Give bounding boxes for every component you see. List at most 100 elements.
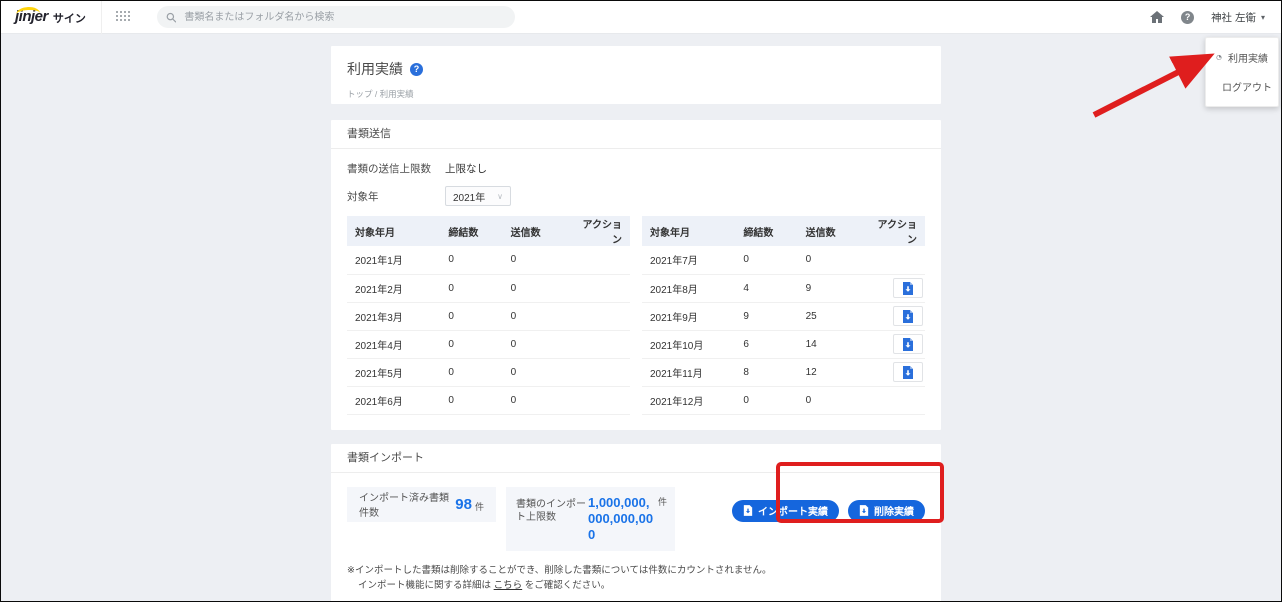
cell-concluded: 0 bbox=[735, 246, 798, 275]
download-report-button[interactable] bbox=[893, 306, 923, 326]
home-icon[interactable] bbox=[1150, 11, 1165, 23]
search-icon bbox=[166, 12, 177, 22]
send-section-body: 書類の送信上限数 上限なし 対象年 2021年 ∨ 対象年月 締結数 送信数 ア… bbox=[331, 149, 941, 430]
cell-concluded: 9 bbox=[735, 302, 798, 331]
cell-action bbox=[859, 246, 925, 275]
user-dropdown-menu: 利用実績 ログアウト bbox=[1205, 37, 1279, 107]
chevron-down-icon: ▾ bbox=[1260, 12, 1265, 22]
import-section-title: 書類インポート bbox=[331, 444, 941, 473]
table-row: 2021年9月 9 25 bbox=[642, 302, 925, 331]
download-report-button[interactable] bbox=[893, 362, 923, 382]
cell-month: 2021年1月 bbox=[347, 246, 441, 275]
page-help-icon[interactable]: ? bbox=[410, 62, 423, 76]
cell-sent: 0 bbox=[502, 330, 565, 359]
table-header-row: 対象年月 締結数 送信数 アクション bbox=[347, 216, 630, 246]
cell-month: 2021年2月 bbox=[347, 274, 441, 303]
send-section-title: 書類送信 bbox=[331, 120, 941, 149]
search-input[interactable] bbox=[182, 10, 506, 24]
file-download-icon bbox=[903, 337, 913, 351]
menu-item-usage[interactable]: 利用実績 bbox=[1206, 43, 1278, 72]
jinjer-sign-logo[interactable]: jinjer サイン bbox=[1, 1, 101, 34]
target-year-row: 対象年 2021年 ∨ bbox=[347, 186, 925, 206]
cell-month: 2021年5月 bbox=[347, 358, 441, 387]
header-right: ? 神社 左衛 ▾ bbox=[1150, 10, 1281, 25]
table-row: 2021年8月 4 9 bbox=[642, 274, 925, 303]
cell-concluded: 4 bbox=[735, 274, 798, 303]
top-header: jinjer サイン ? 神社 左衛 ▾ bbox=[1, 1, 1281, 34]
cell-action bbox=[564, 302, 630, 331]
cell-sent: 0 bbox=[502, 386, 565, 415]
cell-month: 2021年6月 bbox=[347, 386, 441, 415]
cell-sent: 0 bbox=[797, 386, 860, 415]
send-limit-value: 上限なし bbox=[445, 163, 487, 175]
page-title-text: 利用実績 bbox=[347, 61, 403, 77]
usage-pie-icon bbox=[1216, 54, 1222, 61]
menu-item-label: ログアウト bbox=[1222, 83, 1272, 94]
cell-month: 2021年10月 bbox=[642, 330, 736, 359]
cell-action bbox=[564, 330, 630, 359]
cell-month: 2021年11月 bbox=[642, 358, 736, 387]
document-import-card: 書類インポート インポート済み書類件数 98 件 書類のインポート上限数 1,0… bbox=[331, 443, 941, 602]
monthly-tables: 対象年月 締結数 送信数 アクション 2021年1月 0 0 2021年2月 0 0 202… bbox=[347, 216, 925, 415]
year-select[interactable]: 2021年 ∨ bbox=[445, 186, 511, 206]
header-concluded: 締結数 bbox=[440, 216, 503, 246]
cell-sent: 25 bbox=[797, 302, 860, 331]
send-limit-row: 書類の送信上限数 上限なし bbox=[347, 161, 925, 176]
button-label: 削除実績 bbox=[874, 507, 914, 518]
cell-sent: 0 bbox=[502, 246, 565, 275]
table-row: 2021年3月 0 0 bbox=[347, 302, 630, 331]
file-download-icon bbox=[859, 505, 869, 516]
apps-grid-icon bbox=[115, 11, 132, 23]
table-row: 2021年6月 0 0 bbox=[347, 386, 630, 415]
file-download-icon bbox=[903, 365, 913, 379]
file-download-icon bbox=[743, 505, 753, 516]
header-sent: 送信数 bbox=[502, 216, 565, 246]
file-download-icon bbox=[903, 281, 913, 295]
table-row: 2021年1月 0 0 bbox=[347, 246, 630, 275]
cell-concluded: 0 bbox=[735, 386, 798, 415]
delete-results-button[interactable]: 削除実績 bbox=[848, 499, 925, 522]
table-header-row: 対象年月 締結数 送信数 アクション bbox=[642, 216, 925, 246]
download-report-button[interactable] bbox=[893, 278, 923, 298]
cell-concluded: 0 bbox=[440, 274, 503, 303]
cell-concluded: 8 bbox=[735, 358, 798, 387]
cell-sent: 14 bbox=[797, 330, 860, 359]
details-link[interactable]: こちら bbox=[494, 580, 523, 591]
search-bar[interactable] bbox=[156, 6, 515, 28]
page-title-card: 利用実績 ? トップ / 利用実績 bbox=[331, 46, 941, 104]
cell-concluded: 0 bbox=[440, 330, 503, 359]
apps-menu-button[interactable] bbox=[102, 1, 146, 34]
note-line2-before: インポート機能に関する詳細は bbox=[358, 580, 494, 592]
send-limit-label: 書類の送信上限数 bbox=[347, 163, 431, 175]
user-menu-trigger[interactable]: 神社 左衛 ▾ bbox=[1211, 10, 1265, 25]
import-action-buttons: インポート実績 削除実績 bbox=[732, 499, 925, 522]
table-row: 2021年10月 6 14 bbox=[642, 330, 925, 359]
cell-action bbox=[859, 330, 925, 359]
download-report-button[interactable] bbox=[893, 334, 923, 354]
page-title: 利用実績 ? bbox=[347, 59, 925, 79]
table-row: 2021年5月 0 0 bbox=[347, 358, 630, 387]
import-limit-unit: 件 bbox=[657, 496, 667, 507]
import-section-body: インポート済み書類件数 98 件 書類のインポート上限数 1,000,000,0… bbox=[331, 473, 941, 602]
import-note: ※インポートした書類は削除することができ、削除した書類については件数にカウントさ… bbox=[347, 563, 925, 593]
cell-month: 2021年8月 bbox=[642, 274, 736, 303]
table-row: 2021年12月 0 0 bbox=[642, 386, 925, 415]
cell-action bbox=[564, 274, 630, 303]
menu-item-logout[interactable]: ログアウト bbox=[1206, 72, 1278, 101]
target-year-label: 対象年 bbox=[347, 190, 379, 203]
import-results-button[interactable]: インポート実績 bbox=[732, 499, 839, 522]
import-limit-value: 1,000,000,000,000,000 bbox=[587, 494, 654, 543]
monthly-table-first-half: 対象年月 締結数 送信数 アクション 2021年1月 0 0 2021年2月 0 0 202… bbox=[347, 216, 630, 415]
logo-product: サイン bbox=[52, 13, 86, 25]
cell-action bbox=[564, 358, 630, 387]
help-icon[interactable]: ? bbox=[1181, 10, 1195, 24]
header-action: アクション bbox=[859, 216, 925, 246]
import-limit-label: 書類のインポート上限数 bbox=[515, 498, 586, 523]
cell-concluded: 0 bbox=[440, 358, 503, 387]
cell-action bbox=[564, 386, 630, 415]
year-select-value: 2021年 bbox=[453, 192, 486, 204]
imported-count-box: インポート済み書類件数 98 件 bbox=[347, 486, 496, 522]
cell-month: 2021年12月 bbox=[642, 386, 736, 415]
cell-month: 2021年7月 bbox=[642, 246, 736, 275]
note-line1: ※インポートした書類は削除することができ、削除した書類については件数にカウントさ… bbox=[347, 565, 772, 577]
